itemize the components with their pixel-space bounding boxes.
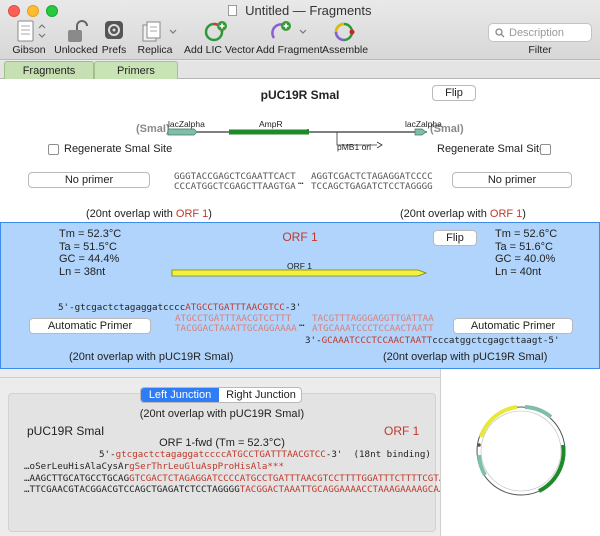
- assemble-icon: [334, 22, 355, 42]
- junction-seq-bottom: …TTCGAACGTACGGACGTCCAGCTGAGATCTCCTAGGGGT…: [24, 484, 445, 495]
- unlocked-label: Unlocked: [54, 44, 98, 56]
- orf-flip-button[interactable]: Flip: [433, 230, 477, 246]
- search-placeholder: Description: [509, 27, 565, 39]
- window-title: Untitled — Fragments: [245, 3, 372, 18]
- regen-site-right-label: Regenerate SmaI Site: [437, 143, 546, 155]
- add-lic-vector-label: Add LIC Vector: [184, 44, 255, 56]
- orf-overlap-right: (20nt overlap with pUC19R SmaI): [383, 351, 548, 363]
- orf-feature-arrow[interactable]: [171, 267, 429, 279]
- search-field[interactable]: Description: [488, 23, 592, 42]
- vector-panel: pUC19R SmaI Flip (SmaI) (SmaI) lacZalpha…: [0, 79, 600, 222]
- vector-primer-left-button[interactable]: No primer: [28, 172, 150, 188]
- window-toolbar: Untitled — Fragments Gibson Unlocked Pre…: [0, 0, 600, 60]
- tab-fragments[interactable]: Fragments: [4, 61, 94, 79]
- orf-reverse-primer: 3'-GCAAATCCCTCCAACTAATTcccatggctcgagctta…: [305, 335, 560, 346]
- add-fragment-label: Add Fragment: [256, 44, 323, 56]
- junction-segmented-control: Left Junction Right Junction: [140, 387, 302, 403]
- junction-left-name: pUC19R SmaI: [27, 424, 105, 438]
- ori-feature[interactable]: [336, 132, 381, 146]
- junction-overlap: (20nt overlap with pUC19R SmaI): [139, 408, 305, 420]
- orf-title: ORF 1: [282, 230, 318, 244]
- regen-site-left-label: Regenerate SmaI Site: [64, 143, 173, 155]
- vector-seq-ellipsis: …: [298, 176, 304, 187]
- regen-site-right-checkbox[interactable]: [540, 144, 551, 155]
- junction-primer-seq: 5'-gtcgactctagaggatccccATGCCTGATTTAACGTC…: [99, 449, 431, 460]
- add-lic-vector-button[interactable]: [203, 20, 229, 47]
- junction-primer-title: ORF 1-fwd (Tm = 52.3°C): [159, 437, 285, 449]
- search-icon: [495, 28, 505, 38]
- assemble-label: Assemble: [322, 44, 369, 56]
- circular-map-panel: [441, 369, 600, 536]
- lacz-left-feature[interactable]: [167, 128, 198, 136]
- document-icon: [228, 5, 238, 16]
- unlock-icon: [68, 20, 88, 42]
- orf-overlap-left: (20nt overlap with pUC19R SmaI): [69, 351, 234, 363]
- replica-menu[interactable]: [142, 20, 180, 47]
- orf-seq-ellipsis: …: [299, 318, 305, 329]
- orf-seq-bottom-right: ATGCAAATCCCTCCAACTAATT: [312, 323, 434, 334]
- junction-area: Left Junction Right Junction (20nt overl…: [0, 369, 600, 536]
- gibson-icon: [17, 20, 46, 42]
- vector-seq-bottom-left: CCCATGGCTCGAGCTTAAGTGA: [174, 181, 296, 192]
- orf-seq-bottom-left: TACGGACTAAATTGCAGGAAAA: [175, 323, 297, 334]
- ampr-feature[interactable]: [229, 129, 309, 135]
- orf-primer-left-button[interactable]: Automatic Primer: [29, 318, 151, 334]
- prefs-button[interactable]: [104, 20, 124, 45]
- vector-flip-button[interactable]: Flip: [432, 85, 476, 101]
- orf-primer-right-button[interactable]: Automatic Primer: [453, 318, 573, 334]
- tab-bar: Fragments Primers: [0, 61, 600, 79]
- junction-seq-top: …AAGCTTGCATGCCTGCAGGTCGACTCTAGAGGATCCCCA…: [24, 473, 445, 484]
- orf-arc[interactable]: [479, 405, 518, 438]
- add-fragment-menu[interactable]: [270, 20, 310, 47]
- gibson-label: Gibson: [12, 44, 46, 56]
- unlocked-button[interactable]: [66, 20, 88, 47]
- prefs-label: Prefs: [101, 44, 127, 56]
- circular-plasmid-map[interactable]: [471, 397, 571, 505]
- vector-seq-bottom-right: TCCAGCTGAGATCTCCTAGGGG: [311, 181, 433, 192]
- replica-icon: [142, 21, 177, 42]
- orf-panel[interactable]: Tm = 52.3°C Ta = 51.5°C GC = 44.4% Ln = …: [0, 222, 600, 369]
- regen-site-left-checkbox[interactable]: [48, 144, 59, 155]
- plasmid-add-icon: [204, 21, 227, 42]
- gibson-menu[interactable]: [17, 20, 47, 47]
- assemble-button[interactable]: [332, 20, 356, 47]
- junction-right-name: ORF 1: [384, 424, 420, 438]
- filter-label: Filter: [528, 44, 552, 56]
- ampr-arc[interactable]: [538, 444, 566, 493]
- tab-right-junction[interactable]: Right Junction: [220, 388, 301, 402]
- tab-left-junction[interactable]: Left Junction: [141, 388, 219, 402]
- lacz-right-feature[interactable]: [414, 128, 427, 136]
- junction-aa-translation: …oSerLeuHisAlaCysArgSerThrLeuGluAspProHi…: [24, 461, 284, 472]
- vector-overlap-left: (20nt overlap with ORF 1): [86, 208, 212, 220]
- vector-primer-right-button[interactable]: No primer: [452, 172, 572, 188]
- orf-forward-primer: 5'-gtcgactctagaggatccccATGCCTGATTTAACGTC…: [58, 302, 302, 313]
- gear-icon: [105, 21, 123, 39]
- fragment-add-icon: [271, 21, 307, 39]
- vector-title: pUC19R SmaI: [260, 88, 340, 102]
- vector-map: [167, 124, 427, 149]
- vector-overlap-right: (20nt overlap with ORF 1): [400, 208, 526, 220]
- tab-primers[interactable]: Primers: [94, 61, 178, 79]
- replica-label: Replica: [137, 44, 173, 56]
